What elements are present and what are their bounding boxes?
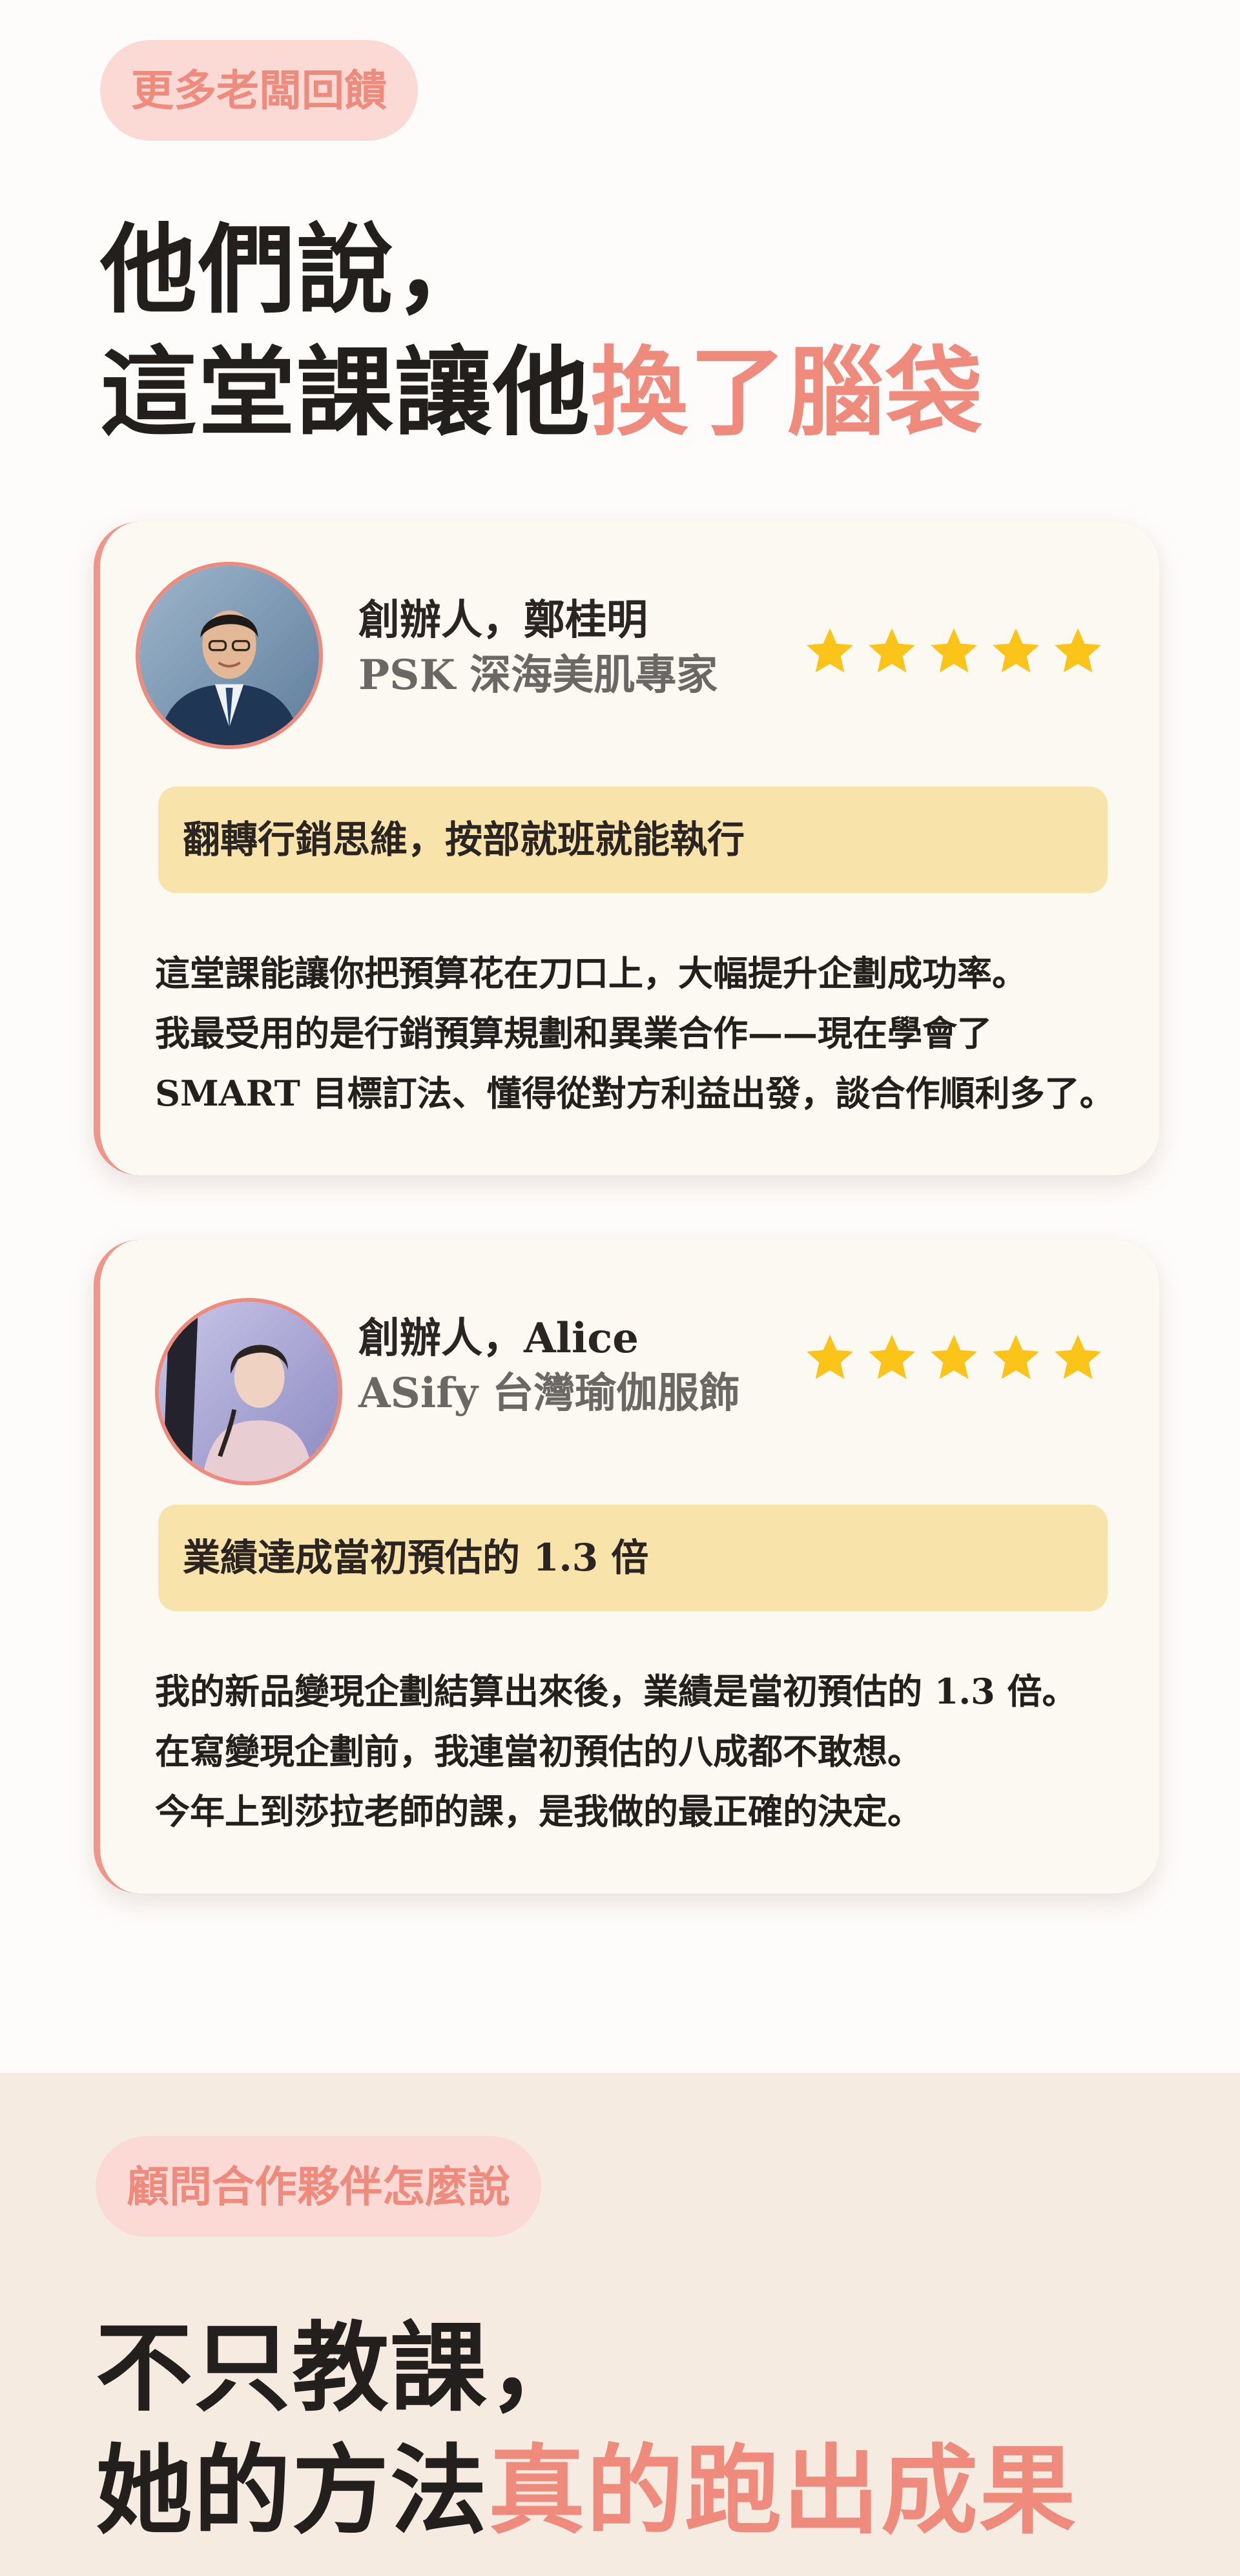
headline-plain: 她的方法 [96, 2434, 489, 2548]
testimonial-quote: 這堂課能讓你把預算花在刀口上，大幅提升企劃成功率。 我最受用的是行銷預算規劃和異… [155, 943, 1115, 1124]
star-icon [869, 1335, 915, 1379]
portrait-man-icon [140, 566, 319, 745]
partners-section: 顧問合作夥伴怎麼說 不只教課， 她的方法真的跑出成果 [0, 2073, 1240, 2576]
quote-line: 今年上到莎拉老師的課，是我做的最正確的決定。 [155, 1791, 922, 1832]
avatar [136, 562, 323, 749]
quote-line: SMART 目標訂法、懂得從對方利益出發，談合作順利多了。 [155, 1073, 1115, 1114]
testimonial-quote: 我的新品變現企劃結算出來後，業績是當初預估的 1.3 倍。 在寫變現企劃前，我連… [155, 1662, 1077, 1842]
quote-line: 在寫變現企劃前，我連當初預估的八成都不敢想。 [155, 1731, 922, 1772]
star-rating [804, 1332, 1104, 1383]
star-icon [993, 1335, 1039, 1379]
section-tag: 更多老闆回饋 [100, 40, 418, 141]
star-icon [869, 628, 915, 673]
headline-line-2: 她的方法真的跑出成果 [96, 2429, 1077, 2552]
section-headline: 他們說， 這堂課讓他換了腦袋 [100, 209, 984, 454]
headline-line-2: 這堂課讓他換了腦袋 [100, 331, 984, 454]
avatar [155, 1298, 342, 1485]
testimonial-card: 創辦人，Alice ASify 台灣瑜伽服飾 業績達成當初預估的 1.3 倍 我… [94, 1240, 1159, 1893]
star-icon [931, 1335, 977, 1379]
testimonial-highlight: 業績達成當初預估的 1.3 倍 [158, 1505, 1108, 1611]
person-company: PSK 深海美肌專家 [358, 651, 718, 699]
star-icon [807, 628, 853, 673]
headline-line-1: 他們說， [100, 213, 493, 327]
portrait-woman-icon [159, 1302, 338, 1481]
headline-accent: 真的跑出成果 [488, 2434, 1078, 2548]
star-icon [1055, 1335, 1101, 1379]
quote-line: 我最受用的是行銷預算規劃和異業合作——現在學會了 [155, 1013, 992, 1054]
testimonial-highlight: 翻轉行銷思維，按部就班就能執行 [158, 787, 1108, 893]
person-company: ASify 台灣瑜伽服飾 [358, 1369, 741, 1417]
star-icon [993, 628, 1039, 673]
star-icon [1055, 628, 1101, 673]
testimonials-section: 更多老闆回饋 他們說， 這堂課讓他換了腦袋 創辦人，鄭桂明 PSK 深海美肌專家… [0, 0, 1240, 2073]
star-icon [931, 628, 977, 673]
headline-plain: 這堂課讓他 [100, 336, 592, 449]
star-rating [804, 625, 1104, 677]
testimonial-card: 創辦人，鄭桂明 PSK 深海美肌專家 翻轉行銷思維，按部就班就能執行 這堂課能讓… [94, 522, 1159, 1175]
person-name: 創辦人，Alice [358, 1314, 639, 1363]
person-name: 創辦人，鄭桂明 [358, 596, 648, 644]
section-tag: 顧問合作夥伴怎麼說 [96, 2136, 541, 2237]
star-icon [807, 1335, 853, 1379]
section-headline: 不只教課， 她的方法真的跑出成果 [96, 2307, 1077, 2552]
headline-accent: 換了腦袋 [591, 336, 984, 449]
quote-line: 這堂課能讓你把預算花在刀口上，大幅提升企劃成功率。 [155, 953, 1027, 994]
quote-line: 我的新品變現企劃結算出來後，業績是當初預估的 1.3 倍。 [155, 1671, 1077, 1712]
headline-line-1: 不只教課， [96, 2311, 587, 2425]
